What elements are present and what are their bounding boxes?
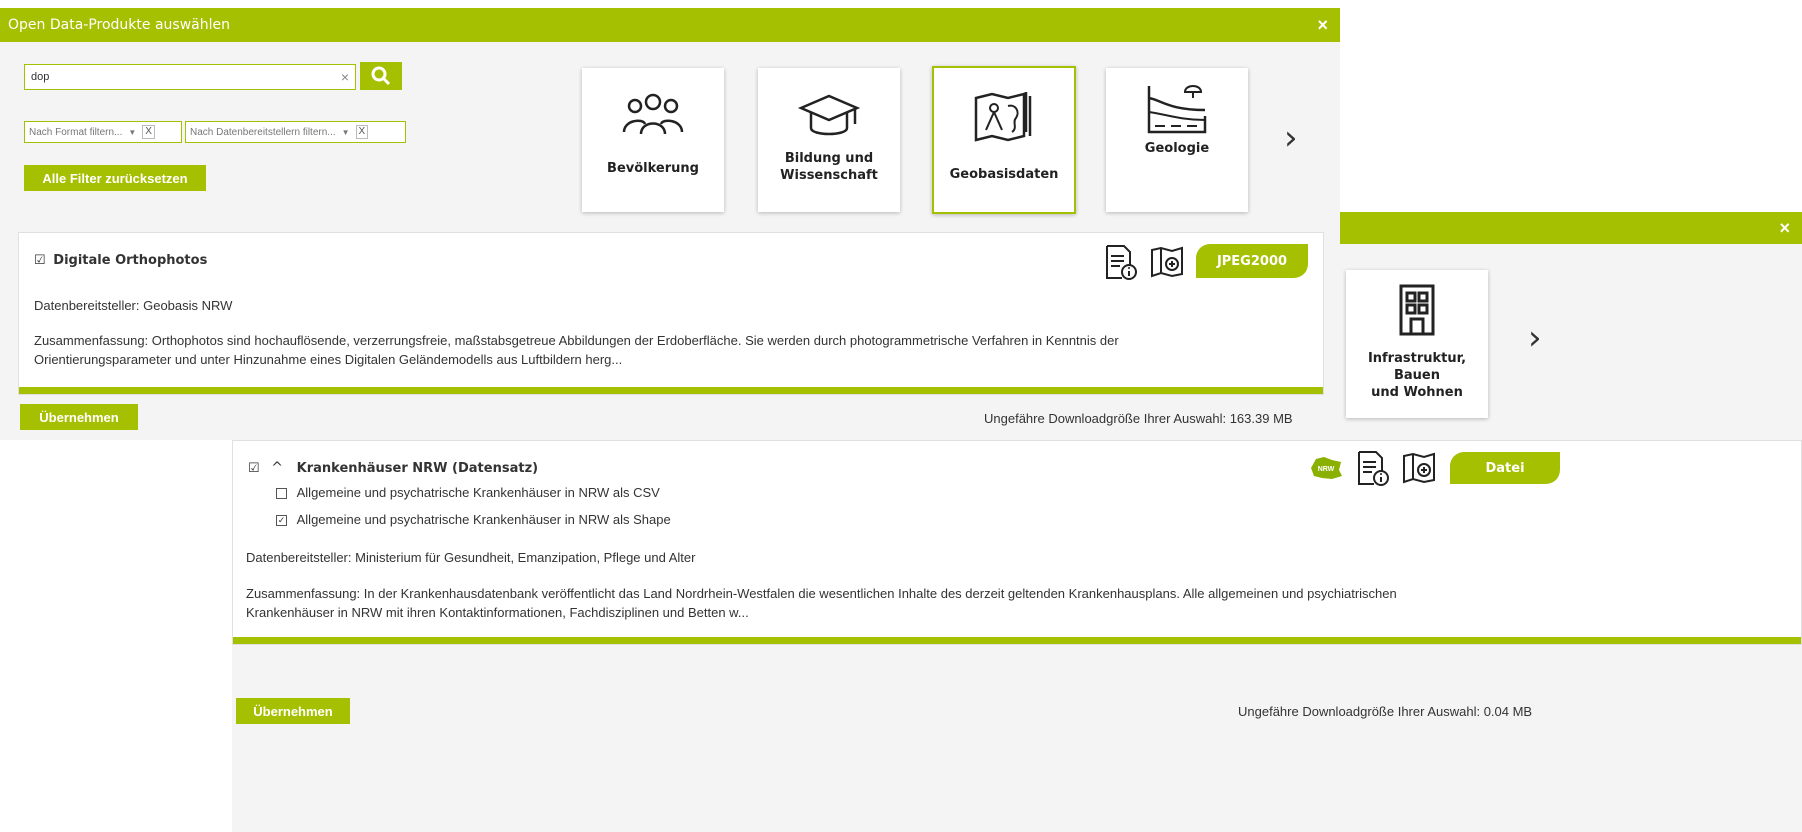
sub-item-csv-checkbox[interactable] — [276, 488, 287, 500]
format-filter-clear[interactable]: X — [142, 125, 155, 139]
dialog-1-close-icon[interactable]: × — [1317, 15, 1328, 36]
info-document-icon[interactable] — [1104, 244, 1138, 285]
krankenhaus-header: ☑ ^ Krankenhäuser NRW (Datensatz) — [248, 458, 538, 478]
category-geologie[interactable]: Geologie — [1106, 68, 1248, 212]
collapse-chevron-icon[interactable]: ^ — [271, 460, 283, 476]
category-label-line2: und Wohnen — [1371, 385, 1463, 400]
dialog-2-apply-button[interactable]: Übernehmen — [236, 698, 350, 724]
dialog-2-next-chevron[interactable]: › — [1528, 318, 1542, 358]
dataset-title: Digitale Orthophotos — [53, 253, 208, 268]
dataset-checkbox[interactable]: ☑ — [34, 252, 46, 267]
info-document-icon[interactable] — [1356, 450, 1390, 491]
search-input[interactable] — [25, 71, 355, 83]
dialog-2-download-size: Ungefähre Downloadgröße Ihrer Auswahl: 0… — [1238, 704, 1533, 719]
search-button[interactable] — [360, 62, 402, 90]
people-icon — [622, 93, 684, 135]
provider-text: Datenbereitsteller: Ministerium für Gesu… — [246, 550, 696, 565]
building-icon — [1399, 284, 1435, 336]
category-geobasisdaten[interactable]: Geobasisdaten — [932, 66, 1076, 214]
summary-line2: Orientierungsparameter und unter Hinzuna… — [34, 352, 623, 367]
category-label: Geobasisdaten — [949, 167, 1059, 182]
provider-text: Datenbereitsteller: Geobasis NRW — [34, 298, 233, 313]
dialog-1-download-size: Ungefähre Downloadgröße Ihrer Auswahl: 1… — [984, 411, 1293, 426]
sub-item-csv-label: Allgemeine und psychatrische Krankenhäus… — [296, 485, 660, 500]
provider-filter-select[interactable]: Nach Datenbereitstellern filtern... ▼ X — [185, 121, 406, 143]
map-add-icon[interactable] — [1150, 246, 1186, 283]
category-label: Bildung und Wissenschaft — [780, 151, 878, 183]
sub-item-shape[interactable]: ✓ Allgemeine und psychatrische Krankenhä… — [276, 510, 671, 529]
search-icon — [371, 66, 391, 86]
nrw-logo-icon: NRW — [1308, 454, 1344, 482]
provider-filter-clear[interactable]: X — [355, 125, 369, 139]
graduation-cap-icon — [797, 94, 861, 136]
svg-text:NRW: NRW — [1318, 466, 1335, 473]
format-filter-select[interactable]: Nach Format filtern... ▼ X — [24, 121, 182, 143]
format-filter-caret-icon: ▼ — [128, 127, 137, 137]
dialog-1-next-chevron[interactable]: › — [1284, 118, 1298, 158]
result-green-bar — [233, 637, 1801, 644]
sub-item-csv[interactable]: Allgemeine und psychatrische Krankenhäus… — [276, 483, 660, 502]
search-input-box[interactable]: × — [24, 64, 356, 90]
summary-line1: Zusammenfassung: Orthophotos sind hochau… — [34, 333, 1119, 348]
category-label-line1: Infrastruktur, Bauen — [1367, 351, 1467, 383]
dataset-checkbox[interactable]: ☑ — [248, 461, 260, 474]
format-badge-jpeg2000[interactable]: JPEG2000 — [1196, 244, 1308, 278]
category-bildung[interactable]: Bildung und Wissenschaft — [758, 68, 900, 212]
map-compass-icon — [974, 92, 1032, 142]
search-clear-icon[interactable]: × — [341, 69, 349, 85]
provider-filter-label: Nach Datenbereitstellern filtern... — [190, 126, 336, 138]
map-add-icon[interactable] — [1402, 452, 1438, 489]
format-badge-datei[interactable]: Datei — [1450, 452, 1560, 484]
summary-line2: Krankenhäuser in NRW mit ihren Kontaktin… — [246, 605, 749, 620]
category-label: Geologie — [1144, 141, 1210, 156]
sub-item-shape-checkbox[interactable]: ✓ — [276, 515, 287, 527]
dialog-2-titlebar: × — [1330, 212, 1802, 244]
category-infrastruktur[interactable]: Infrastruktur, Bauen und Wohnen — [1346, 270, 1488, 418]
reset-filters-button[interactable]: Alle Filter zurücksetzen — [24, 165, 206, 191]
dataset-title: Krankenhäuser NRW (Datensatz) — [296, 461, 539, 476]
geology-icon — [1147, 85, 1207, 134]
dialog-2-close-icon[interactable]: × — [1779, 218, 1790, 239]
dialog-1-apply-button[interactable]: Übernehmen — [20, 404, 138, 430]
orthophotos-header: ☑ Digitale Orthophotos — [34, 250, 207, 270]
result-green-bar — [19, 387, 1323, 394]
dialog-1-title: Open Data-Produkte auswählen — [8, 17, 230, 33]
format-filter-label: Nach Format filtern... — [29, 126, 123, 138]
category-bevoelkerung[interactable]: Bevölkerung — [582, 68, 724, 212]
sub-item-shape-label: Allgemeine und psychatrische Krankenhäus… — [296, 512, 671, 527]
summary-line1: Zusammenfassung: In der Krankenhausdaten… — [246, 586, 1397, 601]
provider-filter-caret-icon: ▼ — [341, 127, 350, 137]
category-label: Bevölkerung — [607, 161, 699, 176]
dialog-1-titlebar: Open Data-Produkte auswählen × — [0, 8, 1340, 42]
